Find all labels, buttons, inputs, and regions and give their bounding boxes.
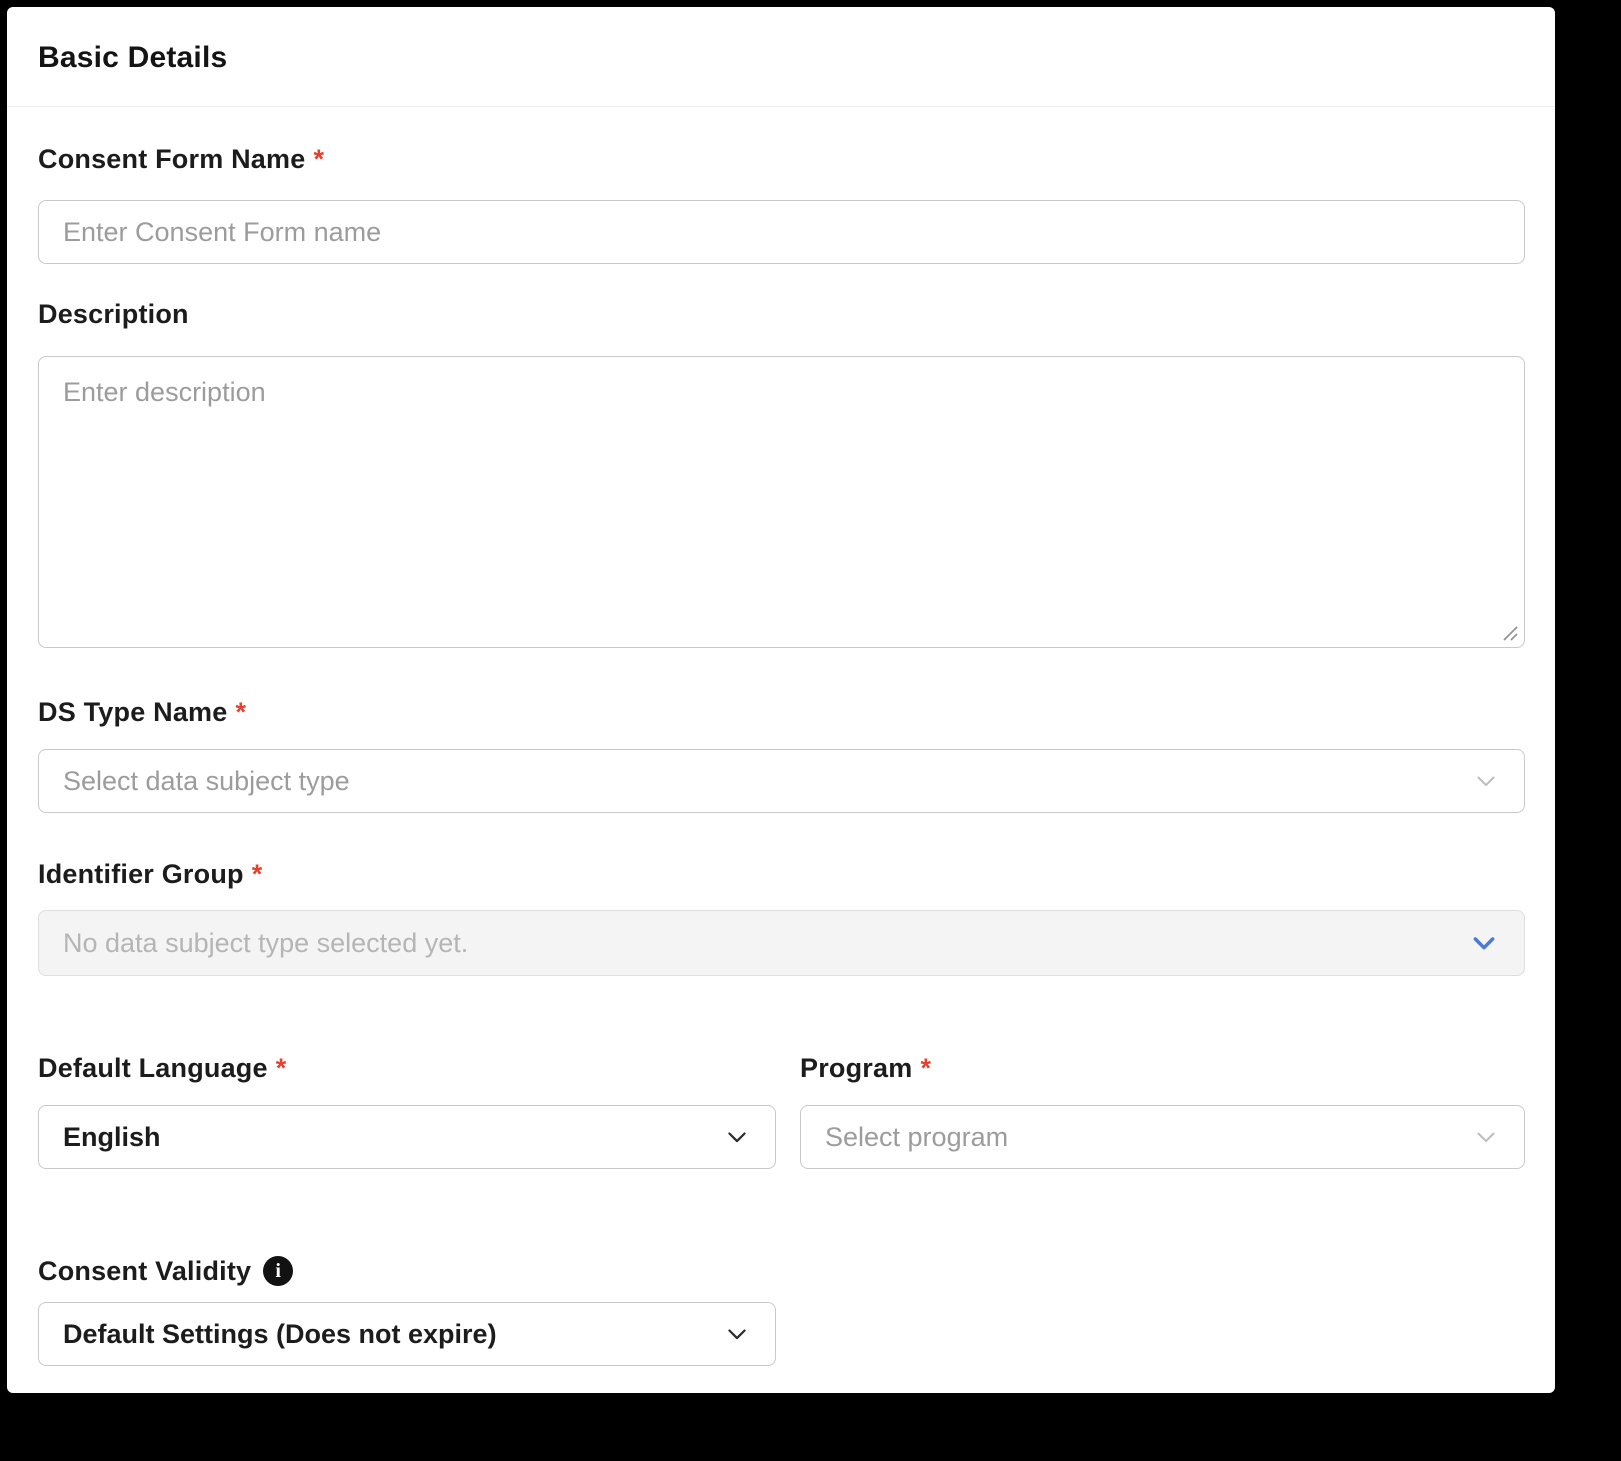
- ds-type-select-placeholder: Select data subject type: [63, 765, 350, 796]
- field-identifier-group: Identifier Group * No data subject type …: [38, 858, 1525, 976]
- field-ds-type-name: DS Type Name * Select data subject type: [38, 696, 1525, 813]
- default-language-select-value: English: [63, 1121, 161, 1152]
- info-icon[interactable]: i: [263, 1256, 294, 1286]
- description-label: Description: [38, 299, 189, 329]
- chevron-down-icon: [728, 1329, 746, 1340]
- consent-form-name-label: Consent Form Name *: [38, 144, 325, 174]
- required-asterisk: *: [251, 859, 263, 889]
- ds-type-name-label: DS Type Name *: [38, 697, 247, 727]
- default-language-select[interactable]: English: [38, 1105, 776, 1169]
- identifier-group-select-placeholder: No data subject type selected yet.: [63, 927, 469, 958]
- card-body: Consent Form Name * Description DS Type …: [7, 143, 1555, 1366]
- field-description: Description: [38, 298, 1525, 648]
- chevron-down-icon: [728, 1132, 746, 1143]
- consent-form-name-input[interactable]: [38, 200, 1525, 264]
- required-asterisk: *: [313, 144, 325, 174]
- page-title: Basic Details: [38, 41, 228, 74]
- consent-validity-label: Consent Validity i: [38, 1255, 1525, 1287]
- ds-type-select[interactable]: Select data subject type: [38, 749, 1525, 813]
- consent-validity-select-value: Default Settings (Does not expire): [63, 1318, 497, 1349]
- consent-validity-select[interactable]: Default Settings (Does not expire): [38, 1302, 776, 1366]
- identifier-group-label: Identifier Group *: [38, 859, 263, 889]
- field-consent-validity: Consent Validity i Default Settings (Doe…: [38, 1255, 1525, 1366]
- description-textarea[interactable]: [38, 356, 1525, 648]
- resize-handle-icon[interactable]: [1500, 623, 1520, 643]
- field-consent-form-name: Consent Form Name *: [38, 143, 1525, 264]
- chevron-down-icon: [1477, 776, 1495, 787]
- required-asterisk: *: [920, 1053, 932, 1083]
- required-asterisk: *: [275, 1053, 287, 1083]
- language-program-row: Default Language * English Program * Sel…: [38, 1052, 1525, 1169]
- identifier-group-select: No data subject type selected yet.: [38, 910, 1525, 976]
- required-asterisk: *: [235, 697, 247, 727]
- field-program: Program * Select program: [800, 1052, 1525, 1169]
- chevron-down-icon: [1473, 937, 1495, 950]
- card-header: Basic Details: [7, 7, 1555, 107]
- field-default-language: Default Language * English: [38, 1052, 776, 1169]
- basic-details-card: Basic Details Consent Form Name * Descri…: [7, 7, 1555, 1393]
- default-language-label: Default Language *: [38, 1053, 287, 1083]
- chevron-down-icon: [1477, 1132, 1495, 1143]
- description-textarea-wrap: [38, 356, 1525, 648]
- program-label: Program *: [800, 1053, 932, 1083]
- program-select[interactable]: Select program: [800, 1105, 1525, 1169]
- program-select-placeholder: Select program: [825, 1121, 1009, 1152]
